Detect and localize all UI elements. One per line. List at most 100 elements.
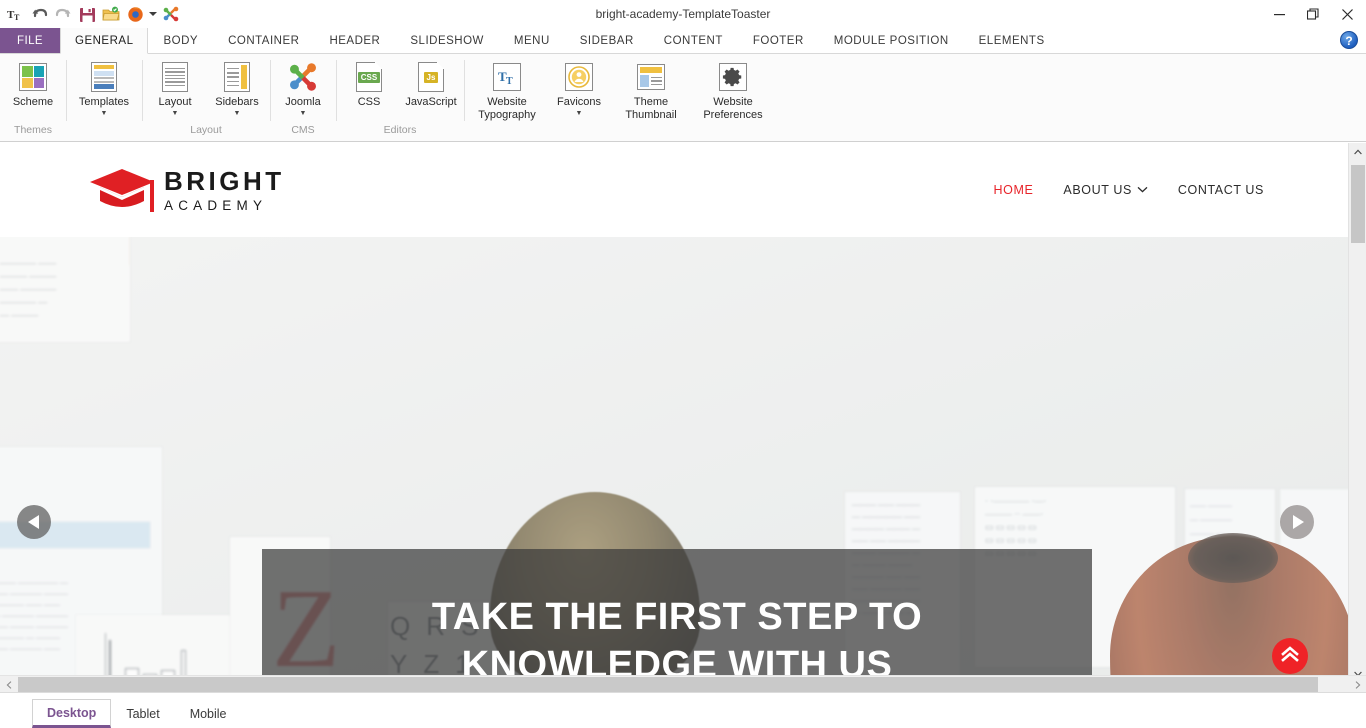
scroll-left-button[interactable]: [0, 676, 17, 693]
window-title: bright-academy-TemplateToaster: [595, 7, 771, 21]
chevron-down-icon: [1137, 185, 1148, 195]
group-label-editors: Editors: [383, 124, 417, 136]
favicons-label: Favicons: [556, 96, 602, 108]
javascript-button[interactable]: Js JavaScript: [400, 58, 462, 109]
theme-thumbnail-button[interactable]: Theme Thumbnail: [610, 58, 692, 121]
tab-file[interactable]: FILE: [0, 28, 60, 53]
ribbon-group-layout: Layout ▼ Sidebars ▼ Layout: [142, 54, 270, 141]
redo-icon[interactable]: [52, 3, 74, 25]
save-icon[interactable]: [76, 3, 98, 25]
horizontal-scrollbar-thumb[interactable]: [18, 677, 1318, 692]
tab-container[interactable]: CONTAINER: [213, 28, 314, 53]
sidebars-icon: [224, 60, 250, 94]
vertical-scrollbar-thumb[interactable]: [1351, 165, 1365, 243]
open-folder-icon[interactable]: [100, 3, 122, 25]
ribbon-group-themes: Scheme Themes: [0, 54, 66, 141]
site-header: BRIGHT ACADEMY HOME ABOUT US CONTACT US: [0, 143, 1348, 237]
tab-general[interactable]: GENERAL: [60, 28, 149, 54]
tab-elements[interactable]: ELEMENTS: [964, 28, 1060, 53]
preview-dropdown-caret[interactable]: [148, 3, 158, 25]
tab-body[interactable]: BODY: [148, 28, 213, 53]
scheme-label: Scheme: [12, 96, 54, 108]
logo-secondary: ACADEMY: [164, 197, 268, 213]
title-bar: bright-academy-TemplateToaster TT: [0, 0, 1366, 28]
js-file-icon: Js: [418, 60, 444, 94]
joomla-caret-icon[interactable]: ▼: [300, 110, 307, 118]
svg-text:T: T: [506, 76, 513, 86]
templates-button[interactable]: Templates ▼: [68, 58, 140, 118]
thumbnail-icon: [637, 60, 665, 94]
templatetoaster-window: bright-academy-TemplateToaster TT FILE G…: [0, 0, 1366, 728]
ribbon-group-cms: Joomla ▼ CMS: [270, 54, 336, 141]
templates-label: Templates: [78, 96, 130, 108]
device-tab-mobile[interactable]: Mobile: [175, 700, 242, 728]
css-label: CSS: [357, 96, 381, 108]
firefox-preview-icon[interactable]: [124, 3, 146, 25]
scroll-up-button[interactable]: [1349, 143, 1366, 161]
carousel-next-button[interactable]: [1280, 505, 1314, 539]
css-button[interactable]: CSS CSS: [338, 58, 400, 109]
nav-item-contact-us[interactable]: CONTACT US: [1178, 183, 1264, 197]
logo-text: BRIGHT ACADEMY: [164, 168, 285, 213]
close-button[interactable]: [1330, 0, 1364, 28]
layout-caret-icon[interactable]: ▼: [172, 110, 179, 118]
group-label-templates: [68, 123, 140, 141]
preview-vertical-scrollbar[interactable]: [1348, 143, 1366, 683]
window-controls: [1262, 0, 1364, 28]
layout-button[interactable]: Layout ▼: [144, 58, 206, 118]
svg-text:T: T: [14, 13, 20, 21]
tab-menu[interactable]: MENU: [499, 28, 565, 53]
tab-slideshow[interactable]: SLIDESHOW: [395, 28, 499, 53]
maximize-restore-button[interactable]: [1296, 0, 1330, 28]
typography-icon: TT: [493, 60, 521, 94]
templates-caret-icon[interactable]: ▼: [101, 110, 108, 118]
sidebars-button[interactable]: Sidebars ▼: [206, 58, 268, 118]
nav-item-home[interactable]: HOME: [994, 183, 1034, 197]
scroll-right-button[interactable]: [1349, 676, 1366, 693]
website-typography-button[interactable]: TT Website Typography: [466, 58, 548, 121]
hero-title: TAKE THE FIRST STEP TO KNOWLEDGE WITH US: [357, 593, 997, 683]
arrow-right-icon: [1292, 515, 1304, 529]
undo-icon[interactable]: [28, 3, 50, 25]
help-icon[interactable]: ?: [1340, 31, 1358, 49]
favicons-caret-icon[interactable]: ▼: [576, 110, 583, 118]
javascript-label: JavaScript: [405, 96, 457, 108]
carousel-prev-button[interactable]: [17, 505, 51, 539]
favicons-button[interactable]: Favicons ▼: [548, 58, 610, 118]
font-size-icon[interactable]: TT: [4, 3, 26, 25]
scroll-to-top-button[interactable]: [1272, 638, 1308, 674]
minimize-button[interactable]: [1262, 0, 1296, 28]
templates-icon: [91, 60, 117, 94]
site-logo[interactable]: BRIGHT ACADEMY: [84, 167, 285, 213]
nav-label-home: HOME: [993, 183, 1034, 197]
tab-sidebar[interactable]: SIDEBAR: [565, 28, 649, 53]
ribbon-group-templates: Templates ▼: [66, 54, 142, 141]
group-label-layout: Layout: [190, 124, 222, 136]
joomla-button[interactable]: Joomla ▼: [272, 58, 334, 118]
nav-label-about-us: ABOUT US: [1063, 183, 1132, 197]
css-file-icon: CSS: [356, 60, 382, 94]
tab-footer[interactable]: FOOTER: [738, 28, 819, 53]
website-preferences-button[interactable]: Website Preferences: [692, 58, 774, 121]
nav-item-about-us[interactable]: ABOUT US: [1063, 183, 1148, 197]
ribbon-group-editors: CSS CSS Js JavaScript Editors: [336, 54, 464, 141]
group-label-website-tools: [466, 123, 774, 141]
website-typography-label: Website Typography: [478, 96, 536, 121]
favicon-icon: [565, 60, 593, 94]
group-label-themes: Themes: [14, 124, 52, 136]
tab-module-position[interactable]: MODULE POSITION: [819, 28, 964, 53]
tab-header[interactable]: HEADER: [314, 28, 395, 53]
double-chevron-up-icon: [1280, 645, 1300, 668]
joomla-icon[interactable]: [160, 3, 182, 25]
gear-icon: [719, 60, 747, 94]
ribbon-tab-strip: FILE GENERAL BODY CONTAINER HEADER SLIDE…: [0, 28, 1366, 54]
tab-content[interactable]: CONTENT: [649, 28, 738, 53]
layout-icon: [162, 60, 188, 94]
device-tab-tablet[interactable]: Tablet: [111, 700, 174, 728]
preview-horizontal-scrollbar[interactable]: [0, 675, 1366, 692]
arrow-left-icon: [27, 515, 39, 529]
layout-label: Layout: [158, 96, 192, 108]
device-tab-desktop[interactable]: Desktop: [32, 699, 112, 728]
sidebars-caret-icon[interactable]: ▼: [234, 110, 241, 118]
scheme-button[interactable]: Scheme: [2, 58, 64, 109]
